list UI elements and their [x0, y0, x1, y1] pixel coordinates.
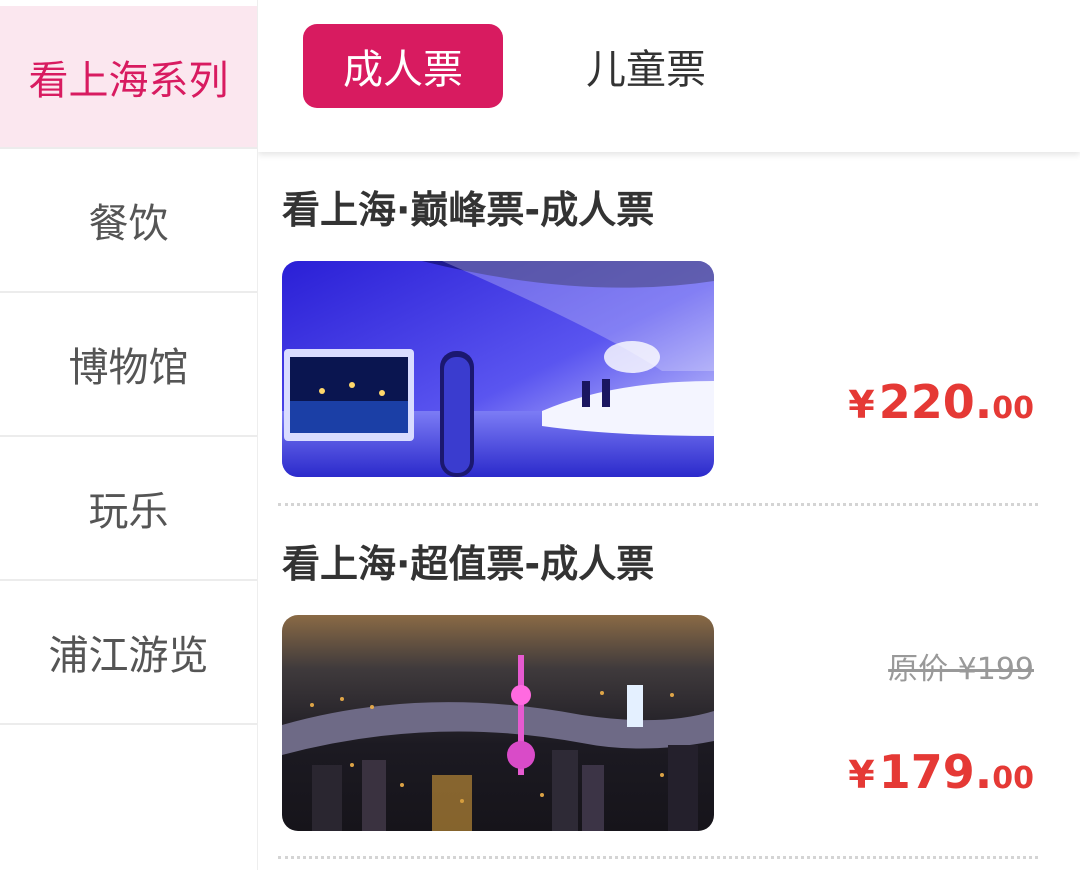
shanghai-skyline-photo-icon	[282, 615, 714, 831]
sidebar-item-dining[interactable]: 餐饮	[0, 149, 257, 293]
ticket-type-tabs: 成人票 儿童票	[258, 0, 1080, 152]
divider	[278, 856, 1038, 859]
category-sidebar: 看上海系列 餐饮 博物馆 玩乐 浦江游览	[0, 0, 258, 870]
sidebar-item-kan-shanghai[interactable]: 看上海系列	[0, 6, 257, 149]
sidebar-item-label: 浦江游览	[48, 633, 209, 679]
sidebar-item-entertainment[interactable]: 玩乐	[0, 437, 257, 581]
original-price: 原价 ¥199	[888, 652, 1034, 687]
product-title: 看上海·超值票-成人票	[282, 542, 655, 586]
product-price: ¥179. 00	[848, 745, 1034, 799]
sidebar-item-label: 玩乐	[88, 489, 169, 535]
product-card[interactable]: 看上海·巅峰票-成人票 ¥ 220. 00	[282, 182, 1038, 477]
product-image[interactable]	[282, 615, 714, 831]
sidebar-item-label: 餐饮	[88, 201, 169, 247]
observation-deck-photo-icon	[282, 261, 714, 477]
sidebar-item-museum[interactable]: 博物馆	[0, 293, 257, 437]
price-currency: ¥	[848, 383, 875, 427]
product-price: ¥220. 00	[848, 375, 1034, 429]
product-title: 看上海·巅峰票-成人票	[282, 188, 655, 232]
price-currency: ¥	[848, 753, 875, 797]
tab-adult-ticket[interactable]: 成人票	[303, 24, 503, 108]
price-decimal: 00	[992, 391, 1034, 426]
price-decimal: 00	[992, 761, 1034, 796]
price-integer: 220.	[878, 375, 993, 429]
sidebar-item-river-cruise[interactable]: 浦江游览	[0, 581, 257, 725]
main-content: 成人票 儿童票 看上海·巅峰票-成人票 ¥ 220. 00 看上海·超值票-成人…	[258, 0, 1080, 870]
product-card[interactable]: 看上海·超值票-成人票 原价 ¥199 ¥ 179. 00	[282, 536, 1038, 831]
tab-child-ticket[interactable]: 儿童票	[546, 24, 746, 108]
price-integer: 179.	[878, 745, 993, 799]
divider	[278, 503, 1038, 506]
sidebar-item-label: 看上海系列	[28, 57, 229, 104]
app: 看上海系列 餐饮 博物馆 玩乐 浦江游览 成人票 儿童票 看上海·巅峰票-成人票	[0, 0, 1080, 870]
product-image[interactable]	[282, 261, 714, 477]
sidebar-item-label: 博物馆	[68, 345, 189, 391]
